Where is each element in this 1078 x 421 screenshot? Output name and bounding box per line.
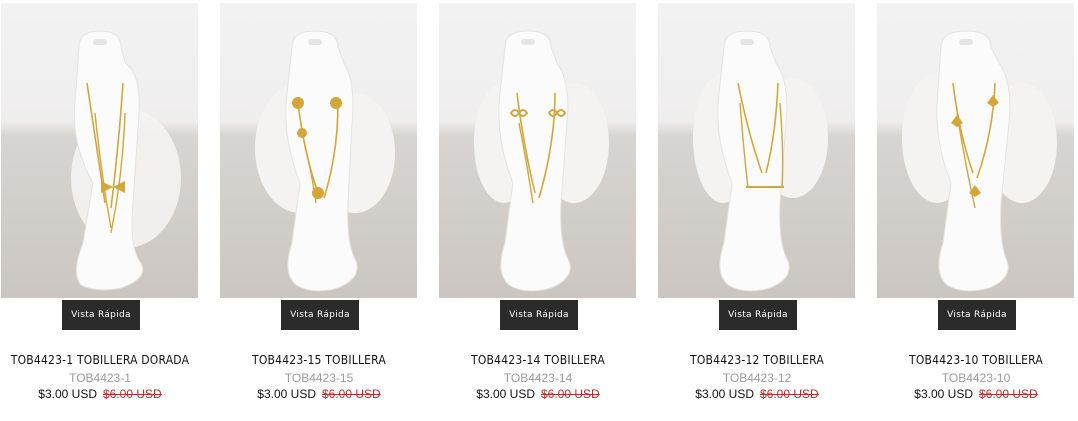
current-price: $3.00 USD — [695, 387, 754, 401]
original-price: $6.00 USD — [760, 387, 819, 401]
original-price: $6.00 USD — [541, 387, 600, 401]
product-card[interactable]: Vista Rápida TOB4423-1 TOBILLERA DORADA … — [1, 3, 199, 413]
product-sku: TOB4423-14 — [503, 371, 573, 385]
current-price: $3.00 USD — [476, 387, 535, 401]
product-card[interactable]: Vista Rápida TOB4423-15 TOBILLERA TOB442… — [220, 3, 418, 413]
current-price: $3.00 USD — [914, 387, 973, 401]
price-row: $3.00 USD $6.00 USD — [877, 387, 1075, 401]
quick-view-button[interactable]: Vista Rápida — [62, 300, 140, 330]
original-price: $6.00 USD — [103, 387, 162, 401]
price-row: $3.00 USD $6.00 USD — [220, 387, 418, 401]
product-title[interactable]: TOB4423-10 TOBILLERA — [877, 353, 1075, 367]
price-row: $3.00 USD $6.00 USD — [658, 387, 856, 401]
quick-view-button[interactable]: Vista Rápida — [281, 300, 359, 330]
product-title[interactable]: TOB4423-1 TOBILLERA DORADA — [1, 353, 199, 367]
price-row: $3.00 USD $6.00 USD — [1, 387, 199, 401]
product-image[interactable] — [877, 3, 1074, 298]
product-card[interactable]: Vista Rápida TOB4423-14 TOBILLERA TOB442… — [439, 3, 637, 413]
quick-view-button[interactable]: Vista Rápida — [719, 300, 797, 330]
product-sku: TOB4423-12 — [722, 371, 792, 385]
current-price: $3.00 USD — [257, 387, 316, 401]
quick-view-button[interactable]: Vista Rápida — [500, 300, 578, 330]
product-grid: Vista Rápida TOB4423-1 TOBILLERA DORADA … — [0, 0, 1078, 421]
quick-view-button[interactable]: Vista Rápida — [938, 300, 1016, 330]
product-sku: TOB4423-15 — [284, 371, 354, 385]
original-price: $6.00 USD — [979, 387, 1038, 401]
product-sku: TOB4423-1 — [69, 371, 131, 385]
price-row: $3.00 USD $6.00 USD — [439, 387, 637, 401]
product-image[interactable] — [220, 3, 417, 298]
original-price: $6.00 USD — [322, 387, 381, 401]
product-image[interactable] — [439, 3, 636, 298]
product-image[interactable] — [1, 3, 198, 298]
product-title[interactable]: TOB4423-12 TOBILLERA — [658, 353, 856, 367]
product-card[interactable]: Vista Rápida TOB4423-10 TOBILLERA TOB442… — [877, 3, 1075, 413]
product-image[interactable] — [658, 3, 855, 298]
product-title[interactable]: TOB4423-14 TOBILLERA — [439, 353, 637, 367]
product-sku: TOB4423-10 — [941, 371, 1011, 385]
current-price: $3.00 USD — [38, 387, 97, 401]
product-title[interactable]: TOB4423-15 TOBILLERA — [220, 353, 418, 367]
product-card[interactable]: Vista Rápida TOB4423-12 TOBILLERA TOB442… — [658, 3, 856, 413]
